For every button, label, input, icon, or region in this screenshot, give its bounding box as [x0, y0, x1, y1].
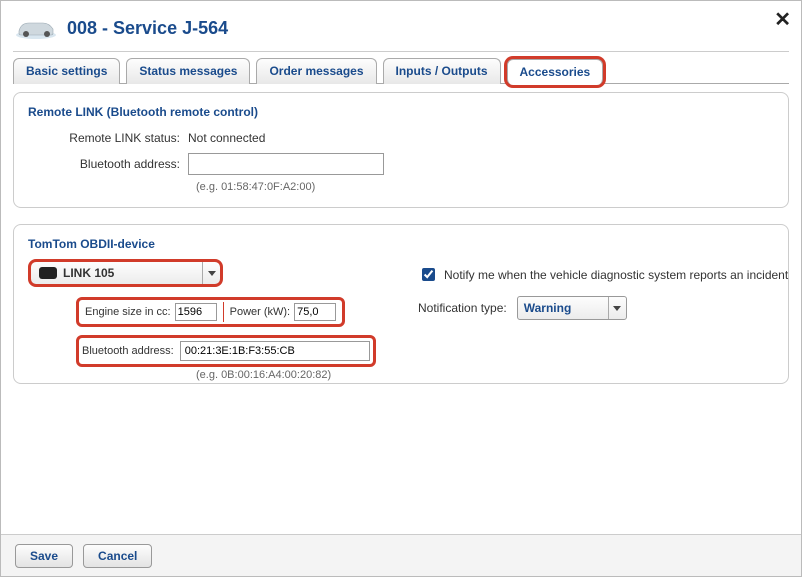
- panel-obd: TomTom OBDII-device LINK 105 Engine size…: [13, 224, 789, 384]
- vehicle-icon: [13, 13, 67, 44]
- engine-size-label: Engine size in cc:: [85, 306, 175, 318]
- panel-remote-link: Remote LINK (Bluetooth remote control) R…: [13, 92, 789, 208]
- obd-bt-input[interactable]: [180, 341, 370, 361]
- notification-type-label: Notification type:: [418, 301, 507, 315]
- tab-status-messages[interactable]: Status messages: [126, 58, 250, 84]
- remote-link-status-label: Remote LINK status:: [28, 131, 188, 145]
- tab-accessories[interactable]: Accessories: [507, 59, 604, 85]
- tab-order-messages[interactable]: Order messages: [256, 58, 376, 84]
- obd-device-icon: [39, 267, 57, 279]
- obd-bt-group: Bluetooth address:: [76, 335, 376, 367]
- chevron-down-icon: [608, 297, 626, 319]
- close-icon[interactable]: ✕: [774, 7, 791, 32]
- obd-title: TomTom OBDII-device: [28, 237, 774, 251]
- divider: [13, 51, 789, 52]
- remote-link-status-value: Not connected: [188, 131, 265, 145]
- power-input[interactable]: [294, 303, 336, 321]
- remote-link-title: Remote LINK (Bluetooth remote control): [28, 105, 774, 119]
- notification-type-dropdown[interactable]: Warning: [517, 296, 627, 320]
- tab-basic-settings[interactable]: Basic settings: [13, 58, 120, 84]
- save-button[interactable]: Save: [15, 544, 73, 568]
- notify-label: Notify me when the vehicle diagnostic sy…: [444, 268, 788, 282]
- obd-specs-group: Engine size in cc: Power (kW):: [76, 297, 345, 327]
- remote-link-bt-label: Bluetooth address:: [28, 157, 188, 171]
- notification-type-value: Warning: [524, 301, 572, 315]
- obd-bt-label: Bluetooth address:: [82, 345, 180, 357]
- cancel-button[interactable]: Cancel: [83, 544, 152, 568]
- chevron-down-icon: [202, 262, 220, 284]
- obd-device-value: LINK 105: [63, 266, 114, 280]
- page-title: 008 - Service J-564: [67, 18, 228, 39]
- remote-link-bt-input[interactable]: [188, 153, 384, 175]
- tab-inputs-outputs[interactable]: Inputs / Outputs: [383, 58, 501, 84]
- engine-size-input[interactable]: [175, 303, 217, 321]
- obd-device-dropdown[interactable]: LINK 105: [28, 259, 223, 287]
- obd-bt-hint: (e.g. 0B:00:16:A4:00:20:82): [196, 367, 388, 381]
- power-label: Power (kW):: [230, 306, 295, 318]
- notify-checkbox[interactable]: [422, 268, 435, 281]
- remote-link-bt-hint: (e.g. 01:58:47:0F:A2:00): [196, 179, 774, 193]
